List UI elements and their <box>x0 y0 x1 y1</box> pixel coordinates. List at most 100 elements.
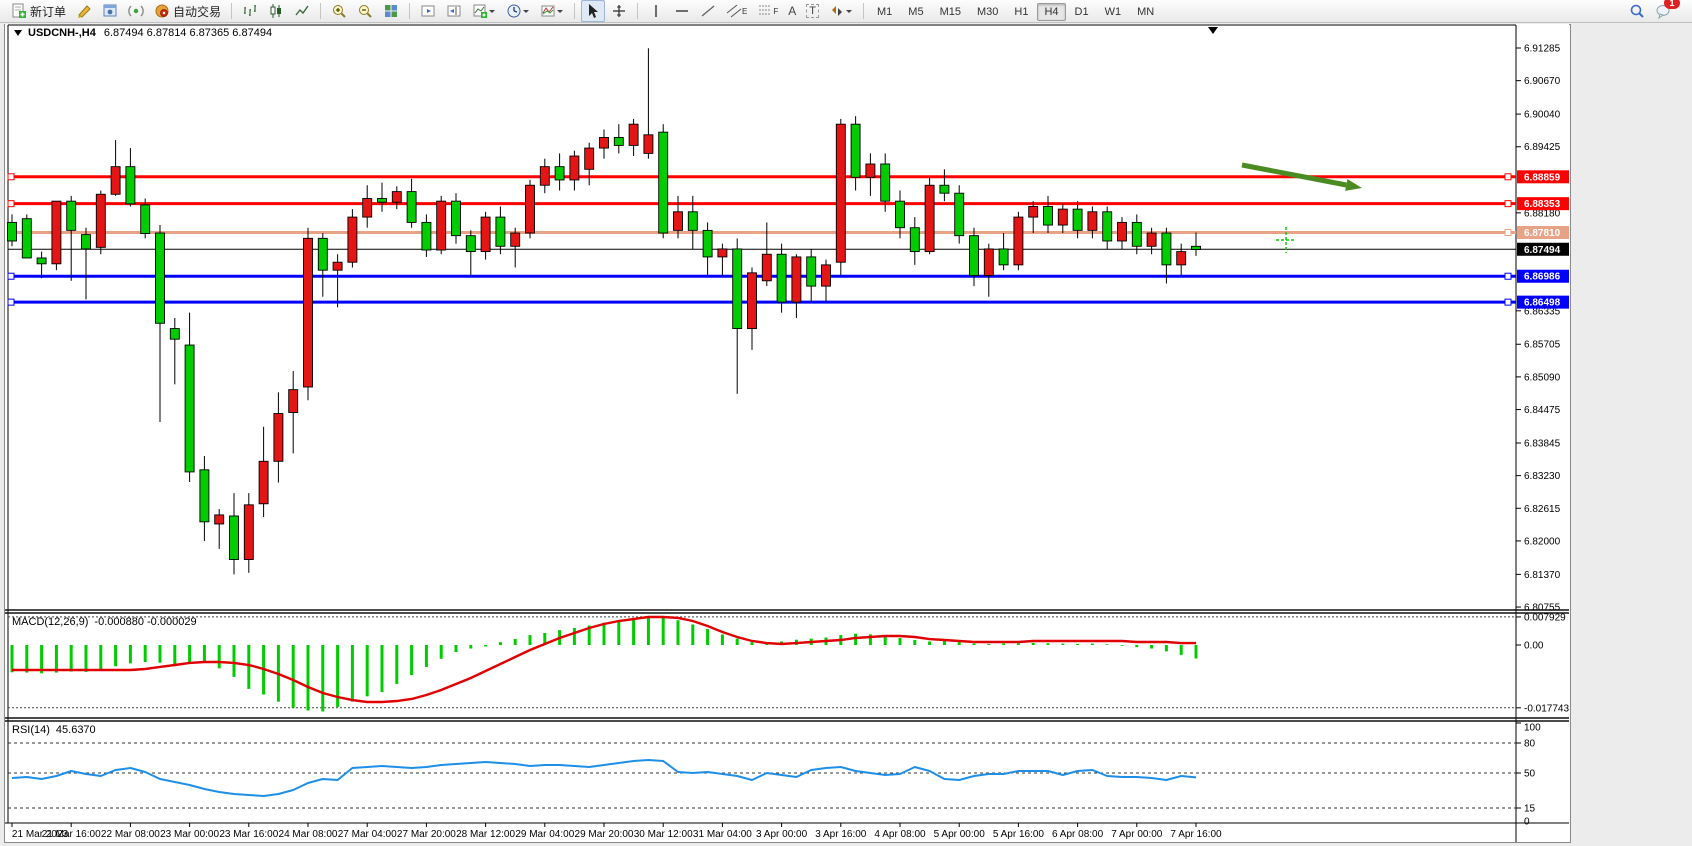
bear-candle <box>185 345 194 472</box>
arrows-tool-button[interactable] <box>825 0 857 22</box>
crayon-icon <box>76 3 92 19</box>
bear-candle <box>156 233 165 323</box>
price-axis-label: 6.83230 <box>1524 471 1561 482</box>
line-handle <box>1505 201 1511 207</box>
horizontal-line-tool-button[interactable] <box>670 0 694 22</box>
chart-header-collapse-icon[interactable] <box>14 30 22 36</box>
crosshair-tool-button[interactable] <box>607 0 631 22</box>
add-indicator-icon <box>472 3 488 19</box>
rsi-axis-label: 80 <box>1524 739 1536 750</box>
chart-shift-icon <box>446 3 462 19</box>
line-handle <box>8 273 14 279</box>
dropdown-caret-icon[interactable] <box>556 3 564 19</box>
text-tool-button[interactable]: A <box>784 0 800 22</box>
bear-candle <box>851 124 860 177</box>
line-handle <box>1505 273 1511 279</box>
search-button[interactable] <box>1625 0 1649 22</box>
time-axis-label: 3 Apr 16:00 <box>815 829 867 840</box>
rsi-value: 45.6370 <box>56 724 96 736</box>
price-axis-label: 6.90670 <box>1524 76 1561 87</box>
timeframe-button-m15[interactable]: M15 <box>933 3 968 21</box>
bull-candle <box>748 273 757 329</box>
rsi-title: RSI(14) <box>12 724 50 736</box>
bear-candle <box>37 258 46 264</box>
bull-candle <box>570 156 579 180</box>
tile-windows-button[interactable] <box>379 0 403 22</box>
autotrade-button[interactable]: 自动交易 <box>150 0 225 22</box>
dropdown-caret-icon[interactable] <box>488 3 496 19</box>
candlestick-chart-icon <box>268 3 284 19</box>
timeframe-button-m5[interactable]: M5 <box>901 3 930 21</box>
chat-button[interactable]: 1 <box>1651 0 1675 22</box>
timeframe-button-d1[interactable]: D1 <box>1068 3 1096 21</box>
time-axis-label: 6 Apr 08:00 <box>1052 829 1104 840</box>
bull-candle <box>274 414 283 462</box>
add-indicator-button[interactable] <box>468 0 500 22</box>
trendline-tool-button[interactable] <box>696 0 720 22</box>
time-axis-label: 5 Apr 16:00 <box>993 829 1045 840</box>
crosshair-icon <box>611 3 627 19</box>
bear-candle <box>200 470 209 522</box>
period-button[interactable] <box>502 0 534 22</box>
zoom-in-button[interactable] <box>327 0 351 22</box>
autoscroll-icon <box>420 3 436 19</box>
price-axis-label: 6.90040 <box>1524 110 1561 121</box>
candlestick-chart-button[interactable] <box>264 0 288 22</box>
bear-candle <box>1044 206 1053 225</box>
bear-candle <box>659 132 668 233</box>
time-axis-label: 27 Mar 20:00 <box>397 829 456 840</box>
rsi-axis-label: 50 <box>1524 769 1536 780</box>
bear-candle <box>378 199 387 203</box>
timeframe-button-m30[interactable]: M30 <box>970 3 1005 21</box>
chart-canvas[interactable]: 6.912856.906706.900406.894256.881806.863… <box>0 0 1692 846</box>
timeframe-button-h4[interactable]: H4 <box>1037 3 1065 21</box>
price-axis-label: 6.82000 <box>1524 536 1561 547</box>
fibonacci-icon <box>757 3 773 19</box>
bull-candle <box>540 167 549 186</box>
profile-button[interactable] <box>98 0 122 22</box>
macd-axis-label: -0.017743 <box>1524 703 1569 714</box>
fibonacci-tool-button[interactable]: F <box>753 0 782 22</box>
line-handle <box>1505 299 1511 305</box>
cursor-tool-button[interactable] <box>581 0 605 22</box>
bear-candle <box>126 167 135 204</box>
timeframe-button-w1[interactable]: W1 <box>1098 3 1129 21</box>
new-order-button[interactable]: 新订单 <box>7 0 70 22</box>
bear-candle <box>955 193 964 235</box>
bear-candle <box>230 516 239 560</box>
text-label-tool-button[interactable]: T <box>802 0 823 22</box>
timeframe-button-mn[interactable]: MN <box>1130 3 1161 21</box>
vertical-line-tool-button[interactable] <box>644 0 668 22</box>
bull-candle <box>526 185 535 233</box>
autotrade-label: 自动交易 <box>173 3 221 20</box>
bull-candle <box>836 124 845 262</box>
macd-values: -0.000880 -0.000029 <box>94 616 196 628</box>
templates-button[interactable] <box>536 0 568 22</box>
bull-candle <box>718 249 727 257</box>
bull-candle <box>1118 222 1127 241</box>
signal-button[interactable] <box>124 0 148 22</box>
bull-candle <box>511 233 520 246</box>
bull-candle <box>333 262 342 270</box>
bear-candle <box>733 249 742 329</box>
autoscroll-button[interactable] <box>416 0 440 22</box>
channel-tool-button[interactable]: E <box>722 0 751 22</box>
macd-title: MACD(12,26,9) <box>12 616 88 628</box>
bar-chart-button[interactable] <box>238 0 262 22</box>
bull-candle <box>1029 206 1038 217</box>
price-level-badge-text: 6.87810 <box>1524 228 1561 239</box>
signal-icon <box>128 3 144 19</box>
bull-candle <box>1058 209 1067 225</box>
zoom-out-button[interactable] <box>353 0 377 22</box>
timeframe-button-m1[interactable]: M1 <box>870 3 899 21</box>
chart-ohlc-values: 6.87494 6.87814 6.87365 6.87494 <box>104 27 272 39</box>
fibonacci-tool-label: F <box>773 7 778 16</box>
line-chart-button[interactable] <box>290 0 314 22</box>
dropdown-caret-icon[interactable] <box>845 3 853 19</box>
chart-shift-button[interactable] <box>442 0 466 22</box>
crayon-button[interactable] <box>72 0 96 22</box>
timeframe-group: M1M5M15M30H1H4D1W1MN <box>869 2 1162 20</box>
time-axis-label: 7 Apr 16:00 <box>1170 829 1222 840</box>
timeframe-button-h1[interactable]: H1 <box>1007 3 1035 21</box>
dropdown-caret-icon[interactable] <box>522 3 530 19</box>
